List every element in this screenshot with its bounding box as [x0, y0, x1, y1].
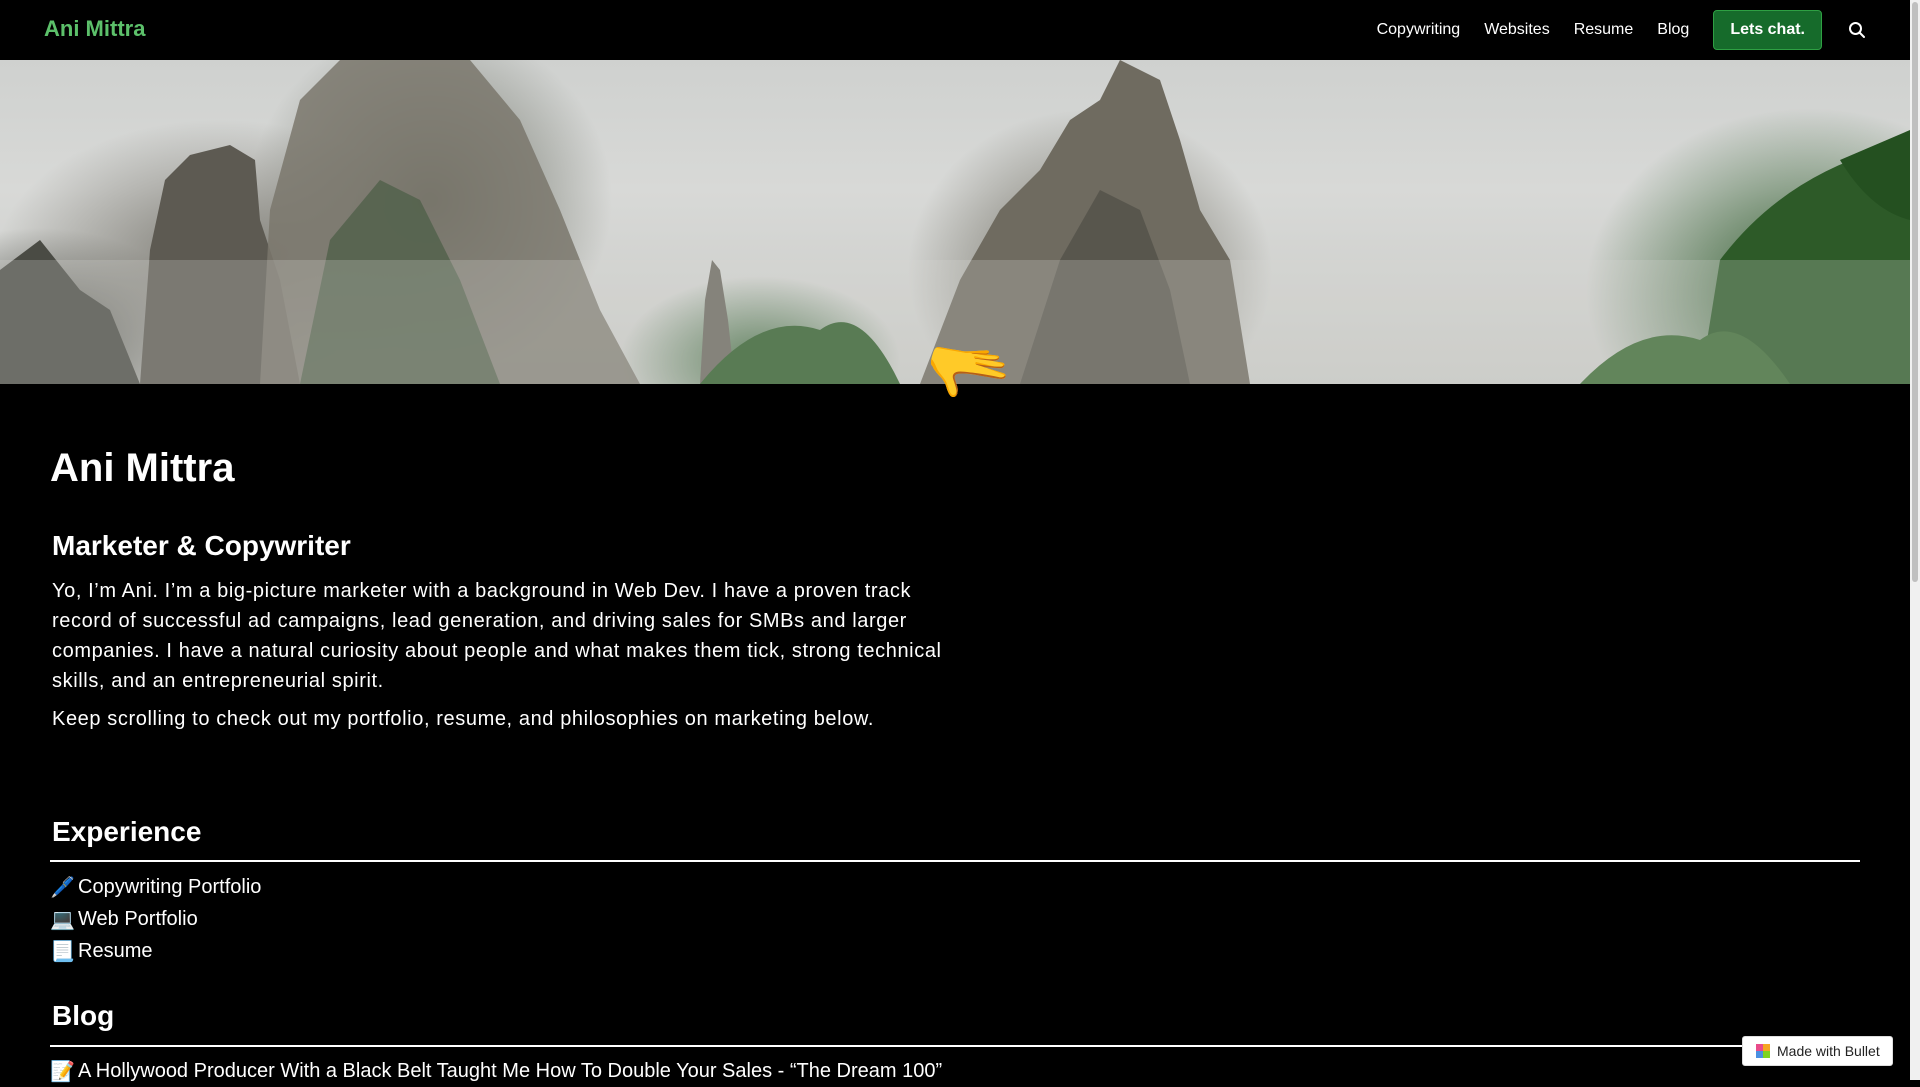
- list-item[interactable]: 🖊️ Copywriting Portfolio: [50, 871, 261, 903]
- document-icon: 📃: [50, 940, 75, 963]
- experience-list: 🖊️ Copywriting Portfolio 💻 Web Portfolio…: [50, 871, 261, 967]
- nav-link-resume[interactable]: Resume: [1574, 21, 1634, 39]
- nav-link-copywriting[interactable]: Copywriting: [1377, 21, 1461, 39]
- nav-link-blog[interactable]: Blog: [1657, 21, 1689, 39]
- blog-list: 📝 A Hollywood Producer With a Black Belt…: [50, 1055, 942, 1087]
- copywriting-portfolio-link[interactable]: Copywriting Portfolio: [78, 876, 261, 899]
- search-button[interactable]: [1846, 19, 1868, 41]
- list-item[interactable]: 📃 Resume: [50, 935, 261, 967]
- made-with-bullet-badge[interactable]: Made with Bullet: [1742, 1036, 1893, 1066]
- divider: [50, 1045, 1860, 1047]
- pen-icon: 🖊️: [50, 876, 75, 899]
- bullet-logo-icon: [1755, 1043, 1771, 1059]
- list-item[interactable]: 💻 Web Portfolio: [50, 903, 261, 935]
- bio-paragraph: Yo, I’m Ani. I’m a big-picture marketer …: [52, 580, 942, 692]
- headline: Marketer & Copywriter: [52, 530, 351, 561]
- list-item[interactable]: 📝 A Hollywood Producer With a Black Belt…: [50, 1055, 942, 1087]
- nav-link-websites[interactable]: Websites: [1484, 21, 1550, 39]
- web-portfolio-link[interactable]: Web Portfolio: [78, 908, 198, 931]
- blog-heading: Blog: [52, 1000, 115, 1031]
- badge-label: Made with Bullet: [1777, 1043, 1880, 1059]
- main-nav: Copywriting Websites Resume Blog Lets ch…: [1377, 0, 1910, 60]
- scrollbar-thumb[interactable]: [1912, 2, 1918, 582]
- lets-chat-button[interactable]: Lets chat.: [1713, 10, 1822, 50]
- top-navigation: Ani Mittra Copywriting Websites Resume B…: [0, 0, 1910, 60]
- hand-emoji-icon: 🫳: [917, 327, 1018, 419]
- brand-logo-link[interactable]: Ani Mittra: [44, 16, 145, 42]
- scroll-note: Keep scrolling to check out my portfolio…: [52, 708, 875, 730]
- blog-post-link[interactable]: A Hollywood Producer With a Black Belt T…: [78, 1060, 942, 1083]
- resume-link[interactable]: Resume: [78, 940, 152, 963]
- laptop-icon: 💻: [50, 908, 75, 931]
- scrollbar[interactable]: [1910, 0, 1920, 1080]
- page-title: Ani Mittra: [50, 446, 235, 490]
- experience-heading: Experience: [52, 816, 202, 847]
- search-icon: [1849, 22, 1865, 38]
- divider: [50, 860, 1860, 862]
